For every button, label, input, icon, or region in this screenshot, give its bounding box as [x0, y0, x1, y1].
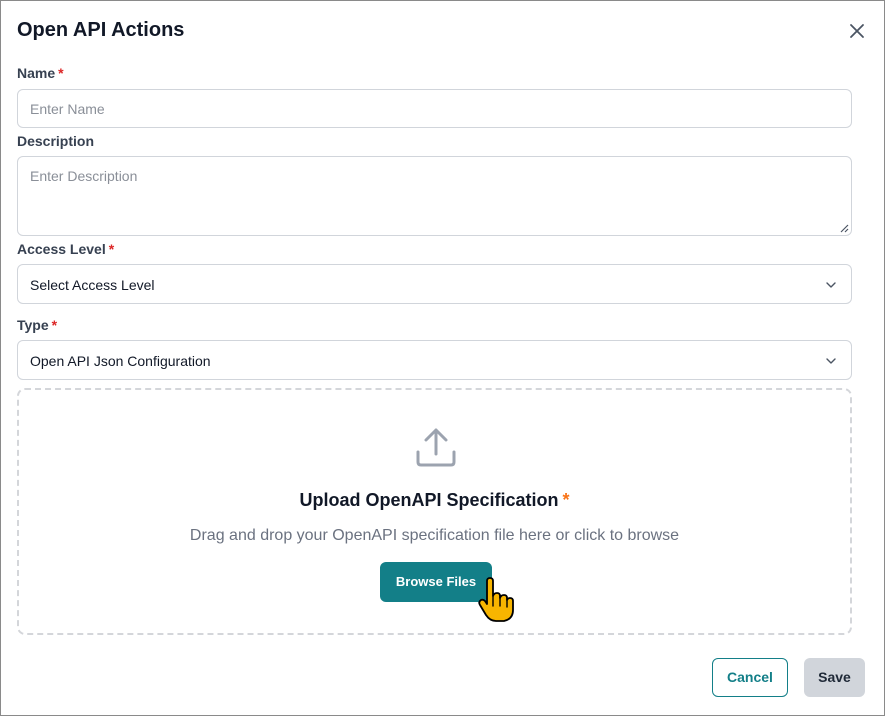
- hand-pointer-cursor-icon: [478, 577, 514, 622]
- required-mark: *: [51, 317, 58, 333]
- open-api-actions-dialog: Open API Actions Name * Enter Name Descri…: [0, 0, 885, 716]
- name-input[interactable]: Enter Name: [17, 89, 852, 128]
- required-mark: *: [562, 490, 570, 510]
- chevron-down-icon: [826, 358, 836, 364]
- upload-dropzone[interactable]: Upload OpenAPI Specification * Drag and d…: [17, 388, 852, 635]
- access-level-value: Select Access Level: [30, 277, 155, 293]
- browse-files-button[interactable]: Browse Files: [380, 562, 492, 602]
- description-textarea[interactable]: Enter Description: [17, 156, 852, 236]
- type-select[interactable]: Open API Json Configuration: [17, 340, 852, 380]
- access-level-select[interactable]: Select Access Level: [17, 264, 852, 304]
- save-button[interactable]: Save: [804, 658, 865, 697]
- dialog-title: Open API Actions: [17, 19, 185, 41]
- access-level-label-text: Access Level: [17, 241, 106, 257]
- description-label: Description: [17, 133, 95, 149]
- name-placeholder: Enter Name: [30, 101, 105, 117]
- chevron-down-icon: [826, 282, 836, 288]
- type-label: Type *: [17, 317, 57, 333]
- upload-title: Upload OpenAPI Specification *: [19, 490, 850, 511]
- name-label: Name *: [17, 65, 64, 81]
- type-label-text: Type: [17, 317, 49, 333]
- required-mark: *: [58, 65, 64, 81]
- required-mark: *: [108, 241, 115, 257]
- upload-icon: [416, 428, 456, 467]
- name-label-text: Name: [17, 65, 56, 81]
- type-value: Open API Json Configuration: [30, 353, 211, 369]
- close-icon[interactable]: [847, 21, 867, 41]
- cancel-button[interactable]: Cancel: [712, 658, 788, 697]
- upload-subtitle: Drag and drop your OpenAPI specification…: [189, 527, 680, 544]
- access-level-label: Access Level *: [17, 241, 114, 257]
- resize-handle-icon[interactable]: [838, 222, 849, 233]
- description-placeholder: Enter Description: [30, 168, 138, 184]
- upload-title-text: Upload OpenAPI Specification: [299, 490, 559, 510]
